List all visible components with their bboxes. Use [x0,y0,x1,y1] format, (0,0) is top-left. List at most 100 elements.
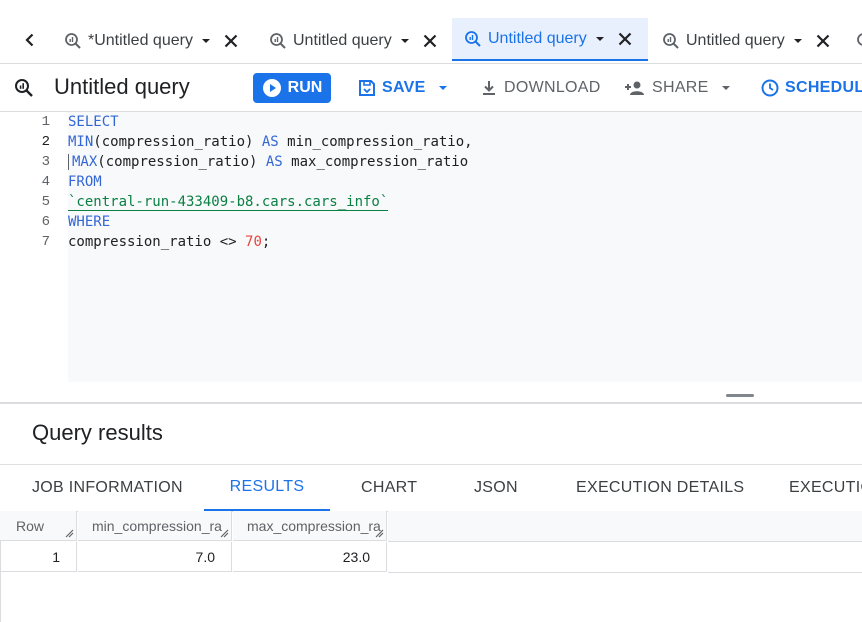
resize-handle-icon[interactable] [374,528,384,538]
close-tab-button[interactable] [420,31,440,51]
text-cursor [68,154,69,170]
keyword: SELECT [68,114,119,130]
function-name: MAX [72,154,98,170]
play-icon [262,79,281,97]
close-icon [423,34,436,47]
table-cell-max: 23.0 [233,542,387,572]
download-button-label: DOWNLOAD [504,79,601,96]
query-icon [15,79,33,97]
query-title: Untitled query [54,74,190,99]
share-button-label: SHARE [652,79,709,96]
tab-job-information[interactable]: JOB INFORMATION [32,465,183,511]
tab-label: Untitled query [293,31,392,49]
schedule-button-label: SCHEDULE [785,79,862,96]
column-header-label: min_compression_ra [92,517,222,534]
resize-handle-icon[interactable] [219,528,229,538]
code-text: compression_ratio <> [68,234,246,250]
query-icon [663,32,679,49]
results-heading: Query results [32,420,163,445]
column-header-label: Row [16,517,45,534]
close-tab-button[interactable] [615,29,635,49]
add-person-icon [625,81,644,95]
keyword: AS [265,154,283,170]
tab-query-5-partial[interactable] [856,18,862,63]
keyword: AS [261,134,279,150]
column-header-max[interactable]: max_compression_ra [233,511,387,541]
column-header-min[interactable]: min_compression_ra [78,511,232,541]
results-tab-bar: JOB INFORMATION RESULTS CHART JSON EXECU… [0,464,862,512]
tab-query-4[interactable]: Untitled query [662,18,833,63]
line-number: 3 [41,154,50,170]
query-toolbar: Untitled query RUN SAVE DOWNLOAD SHARE S… [0,64,862,112]
clock-icon [761,79,779,97]
tab-json[interactable]: JSON [474,465,518,511]
code-text: min_compression_ratio, [278,134,473,150]
tab-query-2[interactable]: Untitled query [269,18,440,63]
line-number: 6 [41,214,50,230]
table-cell-row-number: 1 [0,542,77,572]
tabs-scroll-left-button[interactable] [18,28,42,52]
line-number: 1 [41,114,50,130]
tab-label: Untitled query [488,29,587,47]
dropdown-arrow-icon[interactable] [721,83,731,93]
tab-label: Untitled query [686,31,785,49]
code-line: compression_ratio <> 70; [68,234,270,250]
tab-query-1[interactable]: *Untitled query [64,18,241,63]
code-line: MAX(compression_ratio) AS max_compressio… [68,154,468,170]
chevron-left-icon [25,33,34,47]
save-button[interactable]: SAVE [358,73,448,103]
run-button-label: RUN [287,79,323,96]
code-area[interactable]: SELECT MIN(compression_ratio) AS min_com… [68,112,862,382]
query-icon [65,32,81,49]
close-tab-button[interactable] [221,31,241,51]
tab-execution-graph[interactable]: EXECUTIO [789,465,862,511]
column-header-label: max_compression_ra [247,517,381,534]
column-header-filler [388,511,862,542]
code-line: WHERE [68,214,110,230]
close-icon [618,32,631,45]
code-text: (compression_ratio) [97,154,266,170]
query-tab-bar: *Untitled query Untitled query Untitled … [0,0,862,64]
close-tab-button[interactable] [813,31,833,51]
close-icon [816,34,829,47]
table-cell-min: 7.0 [78,542,232,572]
keyword: WHERE [68,214,111,230]
results-left-border [0,540,1,622]
query-icon [465,30,481,47]
sql-editor[interactable]: 1 2 3 4 5 6 7 SELECT MIN(compression_rat… [0,112,862,402]
tab-results[interactable]: RESULTS [204,465,330,511]
code-line: FROM [68,174,102,190]
line-number: 2 [41,134,50,150]
splitter-grip-handle[interactable] [726,394,754,397]
query-icon [857,32,862,46]
tab-chart[interactable]: CHART [361,465,417,511]
code-line: `central-run-433409-b8.cars.cars_info` [68,194,389,211]
save-icon [359,80,375,96]
column-header-row[interactable]: Row [0,511,77,541]
dropdown-arrow-icon[interactable] [201,36,211,46]
tab-execution-details[interactable]: EXECUTION DETAILS [576,465,744,511]
dropdown-arrow-icon[interactable] [400,36,410,46]
dropdown-arrow-icon[interactable] [438,83,448,93]
code-text: (compression_ratio) [93,134,262,150]
resize-handle-icon[interactable] [64,528,74,538]
dropdown-arrow-icon[interactable] [793,36,803,46]
table-reference[interactable]: `central-run-433409-b8.cars.cars_info` [68,194,389,211]
table-cell-filler [388,542,862,573]
tab-query-3-active[interactable]: Untitled query [452,18,648,61]
schedule-button[interactable]: SCHEDULE [761,73,862,103]
number-literal: 70 [245,234,262,250]
dropdown-arrow-icon[interactable] [595,34,605,44]
download-icon [483,81,495,95]
code-line: SELECT [68,114,119,130]
line-number: 7 [41,234,50,250]
code-text: max_compression_ratio [282,154,469,170]
run-button[interactable]: RUN [253,73,331,103]
tab-label: *Untitled query [88,31,193,49]
line-number: 4 [41,174,50,190]
download-button[interactable]: DOWNLOAD [480,73,601,103]
share-button[interactable]: SHARE [624,73,731,103]
pane-splitter[interactable] [0,402,862,404]
bigquery-editor: *Untitled query Untitled query Untitled … [0,0,862,622]
code-text: ; [261,234,271,250]
